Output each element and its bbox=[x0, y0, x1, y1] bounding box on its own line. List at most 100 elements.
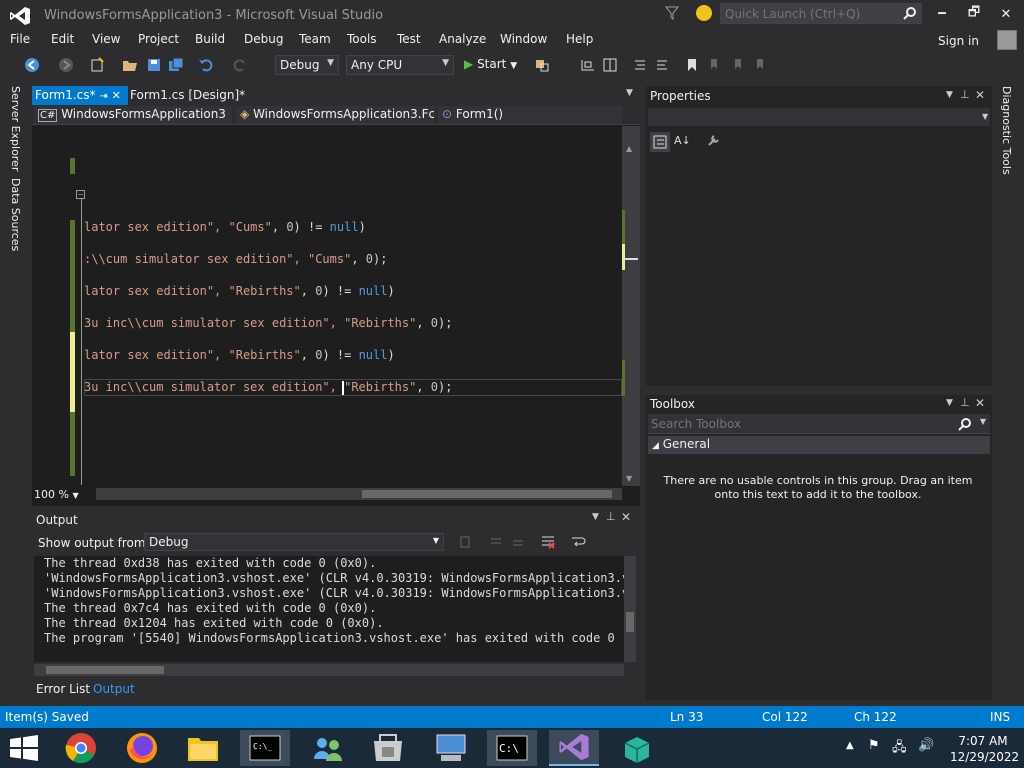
clear-all-icon[interactable] bbox=[540, 534, 556, 550]
command-prompt-taskbar-icon[interactable]: C:\_ bbox=[240, 730, 290, 766]
menu-view[interactable]: View bbox=[92, 32, 120, 46]
output-hscroll-thumb[interactable] bbox=[46, 666, 164, 674]
prev-message-icon[interactable] bbox=[488, 534, 504, 550]
output-text-area[interactable]: The thread 0xd38 has exited with code 0 … bbox=[34, 556, 624, 662]
zoom-level[interactable]: 100 % ▼ bbox=[34, 488, 79, 501]
quick-launch-input[interactable] bbox=[721, 4, 901, 23]
tab-error-list[interactable]: Error List bbox=[36, 682, 90, 696]
menu-debug[interactable]: Debug bbox=[244, 32, 283, 46]
pin-icon[interactable]: ⇥ bbox=[99, 91, 107, 102]
tab-output[interactable]: Output bbox=[93, 682, 135, 696]
sign-in-link[interactable]: Sign in bbox=[938, 34, 979, 48]
menu-analyze[interactable]: Analyze bbox=[439, 32, 486, 46]
solution-platform-combo[interactable]: Any CPU ▼ bbox=[346, 55, 454, 75]
chevron-down-icon[interactable]: ▼ bbox=[946, 398, 953, 408]
action-center-flag-icon[interactable]: ⚑ bbox=[868, 738, 880, 753]
horizontal-scroll-thumb[interactable] bbox=[362, 490, 612, 498]
menu-help[interactable]: Help bbox=[566, 32, 593, 46]
toolbox-search[interactable]: ▼ bbox=[648, 414, 990, 434]
menu-test[interactable]: Test bbox=[397, 32, 421, 46]
menu-build[interactable]: Build bbox=[195, 32, 225, 46]
member-dropdown[interactable]: ⊙ Form1() bbox=[438, 106, 622, 124]
restore-button[interactable]: 🗗 bbox=[958, 0, 990, 28]
pin-icon[interactable]: ⊥ bbox=[960, 88, 970, 101]
chevron-down-icon[interactable]: ▼ bbox=[980, 417, 986, 426]
alphabetical-icon[interactable]: A↓ bbox=[674, 134, 691, 147]
output-vertical-scrollbar[interactable] bbox=[624, 556, 636, 662]
output-source-combo[interactable]: Debug ▼ bbox=[144, 533, 444, 551]
editor-vertical-scrollbar[interactable] bbox=[622, 126, 640, 486]
cube-app-taskbar-icon[interactable] bbox=[612, 730, 662, 766]
class-dropdown[interactable]: ◈ WindowsFormsApplication3.Fc bbox=[236, 106, 434, 124]
menu-team[interactable]: Team bbox=[299, 32, 331, 46]
new-project-icon[interactable] bbox=[89, 57, 105, 73]
project-dropdown[interactable]: C# WindowsFormsApplication3 bbox=[34, 106, 232, 124]
notification-filter-icon[interactable] bbox=[664, 5, 680, 21]
word-wrap-icon[interactable] bbox=[570, 534, 586, 550]
object-selector[interactable] bbox=[648, 108, 990, 126]
menu-edit[interactable]: Edit bbox=[51, 32, 74, 46]
menu-file[interactable]: File bbox=[10, 32, 30, 46]
code-editor[interactable] bbox=[32, 126, 622, 486]
pin-icon[interactable]: ⊥ bbox=[606, 510, 616, 523]
feedback-smiley-icon[interactable] bbox=[696, 5, 712, 21]
chevron-down-icon[interactable]: ▼ bbox=[592, 512, 599, 522]
close-icon[interactable]: ✕ bbox=[975, 88, 985, 102]
close-window-button[interactable]: ✕ bbox=[990, 0, 1022, 28]
search-icon[interactable] bbox=[903, 6, 917, 20]
file-explorer-taskbar-icon[interactable] bbox=[178, 730, 228, 766]
collapse-icon[interactable]: − bbox=[76, 190, 85, 199]
close-icon[interactable]: ✕ bbox=[975, 396, 985, 410]
uncomment-lines-icon[interactable] bbox=[654, 57, 670, 73]
prev-bookmark-icon[interactable] bbox=[706, 57, 722, 73]
firefox-taskbar-icon[interactable] bbox=[117, 730, 167, 766]
step-icon[interactable] bbox=[580, 57, 596, 73]
comment-lines-icon[interactable] bbox=[632, 57, 648, 73]
visual-studio-taskbar-icon[interactable] bbox=[549, 730, 599, 766]
store-taskbar-icon[interactable] bbox=[363, 730, 413, 766]
open-file-icon[interactable] bbox=[122, 57, 138, 73]
server-explorer-tab[interactable]: Server Explorer bbox=[9, 86, 22, 171]
data-sources-tab[interactable]: Data Sources bbox=[9, 178, 22, 251]
close-icon[interactable]: ✕ bbox=[621, 510, 631, 524]
diagnostic-tools-tab[interactable]: Diagnostic Tools bbox=[1000, 86, 1013, 175]
attach-icon[interactable] bbox=[534, 57, 550, 73]
tab-form1-cs[interactable]: Form1.cs* ⇥ ✕ bbox=[32, 86, 128, 105]
clear-bookmarks-icon[interactable] bbox=[752, 57, 768, 73]
bookmark-icon[interactable] bbox=[684, 57, 700, 73]
categorized-icon[interactable] bbox=[650, 132, 670, 152]
save-all-icon[interactable] bbox=[168, 57, 184, 73]
cmd-taskbar-icon[interactable]: C:\ bbox=[487, 730, 537, 766]
save-icon[interactable] bbox=[146, 57, 162, 73]
find-message-icon[interactable] bbox=[458, 534, 474, 550]
layout-icon[interactable] bbox=[602, 57, 618, 73]
chevron-down-icon[interactable]: ▼ bbox=[946, 90, 953, 100]
next-bookmark-icon[interactable] bbox=[730, 57, 746, 73]
solution-configuration-combo[interactable]: Debug ▼ bbox=[275, 55, 339, 75]
property-pages-icon[interactable] bbox=[706, 134, 720, 148]
tab-form1-design[interactable]: Form1.cs [Design]* bbox=[130, 88, 245, 102]
next-message-icon[interactable] bbox=[510, 534, 526, 550]
tab-overflow-icon[interactable]: ▼ bbox=[626, 88, 633, 98]
search-icon[interactable] bbox=[958, 417, 972, 431]
pin-icon[interactable]: ⊥ bbox=[960, 396, 970, 409]
start-button[interactable]: ▶ Start ▼ bbox=[464, 57, 517, 71]
minimize-button[interactable]: 🗕 bbox=[926, 0, 958, 28]
scroll-up-icon[interactable]: ▲ bbox=[626, 144, 632, 153]
show-hidden-icons-icon[interactable]: ▲ bbox=[846, 740, 854, 751]
avatar[interactable] bbox=[997, 30, 1017, 50]
toolbox-group-general[interactable]: ◢ General bbox=[648, 436, 990, 454]
output-scroll-thumb[interactable] bbox=[626, 612, 634, 632]
menu-tools[interactable]: Tools bbox=[347, 32, 377, 46]
forward-icon[interactable] bbox=[58, 57, 74, 73]
menu-window[interactable]: Window bbox=[500, 32, 547, 46]
taskbar-clock[interactable]: 7:07 AM 12/29/2022 bbox=[950, 733, 1019, 765]
scroll-down-icon[interactable]: ▼ bbox=[626, 474, 632, 483]
network-users-taskbar-icon[interactable] bbox=[303, 730, 353, 766]
quick-launch-box[interactable] bbox=[720, 3, 922, 24]
volume-icon[interactable]: 🔊 bbox=[918, 738, 934, 753]
back-icon[interactable] bbox=[24, 57, 40, 73]
close-tab-icon[interactable]: ✕ bbox=[112, 89, 121, 102]
windows-start-icon[interactable] bbox=[10, 735, 38, 761]
undo-icon[interactable] bbox=[198, 57, 214, 73]
